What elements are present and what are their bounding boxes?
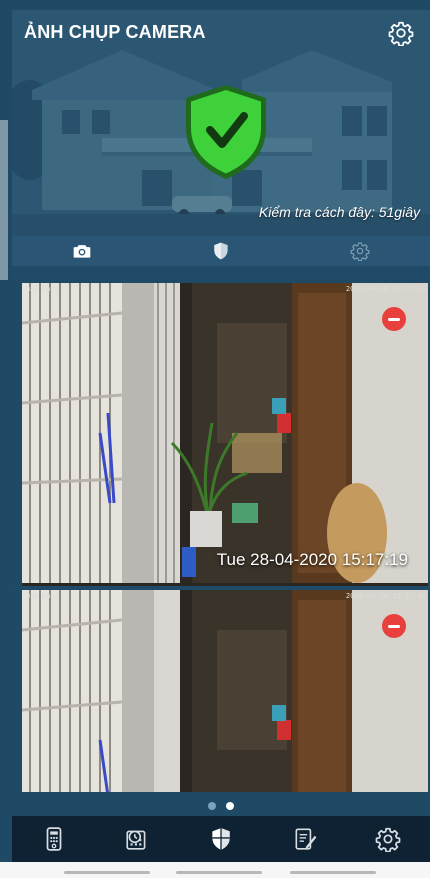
- camera-feed-2[interactable]: Cửa hàng 2020-04-28 15:17:06: [22, 590, 428, 792]
- scroll-edge: [0, 120, 8, 280]
- bottom-navigation: [12, 816, 430, 862]
- remove-camera-button[interactable]: [382, 307, 406, 331]
- header-banner: ẢNH CHỤP CAMERA Kiểm tra cách đây: 51giâ…: [12, 10, 430, 236]
- settings-icon: [375, 827, 401, 852]
- nav-notes[interactable]: [285, 819, 325, 859]
- header-tabbar: [12, 236, 430, 266]
- system-home-button[interactable]: [176, 871, 262, 874]
- page-title: ẢNH CHỤP CAMERA: [24, 22, 206, 42]
- minus-icon: [388, 624, 400, 628]
- settings-gear-icon[interactable]: [388, 20, 414, 46]
- camera-name-label: Cửa hàng: [25, 285, 59, 293]
- gear-icon: [350, 242, 370, 261]
- camera-snapshot-image: [22, 283, 428, 583]
- divider-strip: [12, 266, 430, 280]
- remove-camera-button[interactable]: [382, 614, 406, 638]
- camera-overlay-time: 2020-04-28 15:17:06: [345, 592, 426, 600]
- camera-feed-1[interactable]: Cửa hàng 2020-04-28 15:17:13 Tue 28-04-2…: [22, 283, 428, 586]
- shield-icon: [212, 828, 230, 850]
- pagination-dots: [12, 798, 430, 814]
- snapshot-timestamp: Tue 28-04-2020 15:17:19: [216, 550, 408, 569]
- system-recent-button[interactable]: [64, 871, 150, 874]
- tab-camera[interactable]: [12, 236, 151, 266]
- page-dot-1[interactable]: [208, 802, 216, 810]
- shield-icon: [214, 242, 228, 260]
- camera-overlay-time: 2020-04-28 15:17:13: [345, 285, 426, 293]
- minus-icon: [388, 317, 400, 321]
- notes-icon: [295, 828, 316, 850]
- remote-icon: [46, 827, 62, 851]
- nav-settings[interactable]: [368, 819, 408, 859]
- nav-security[interactable]: [201, 819, 241, 859]
- page-dot-2[interactable]: [226, 802, 234, 810]
- schedule-icon: [126, 830, 146, 850]
- last-check-text: Kiểm tra cách đây: 51giây: [258, 204, 420, 220]
- tab-settings[interactable]: [291, 236, 430, 266]
- system-back-button[interactable]: [290, 871, 376, 874]
- nav-remote[interactable]: [34, 819, 74, 859]
- system-navigation-bar: [0, 862, 430, 878]
- app-root: ẢNH CHỤP CAMERA Kiểm tra cách đây: 51giâ…: [0, 0, 430, 878]
- nav-schedule[interactable]: [117, 819, 157, 859]
- camera-name-label: Cửa hàng: [25, 592, 59, 600]
- camera-snapshot-image: [22, 590, 428, 792]
- camera-icon: [73, 245, 90, 258]
- protected-shield-icon: [186, 85, 266, 179]
- tab-shield[interactable]: [151, 236, 290, 266]
